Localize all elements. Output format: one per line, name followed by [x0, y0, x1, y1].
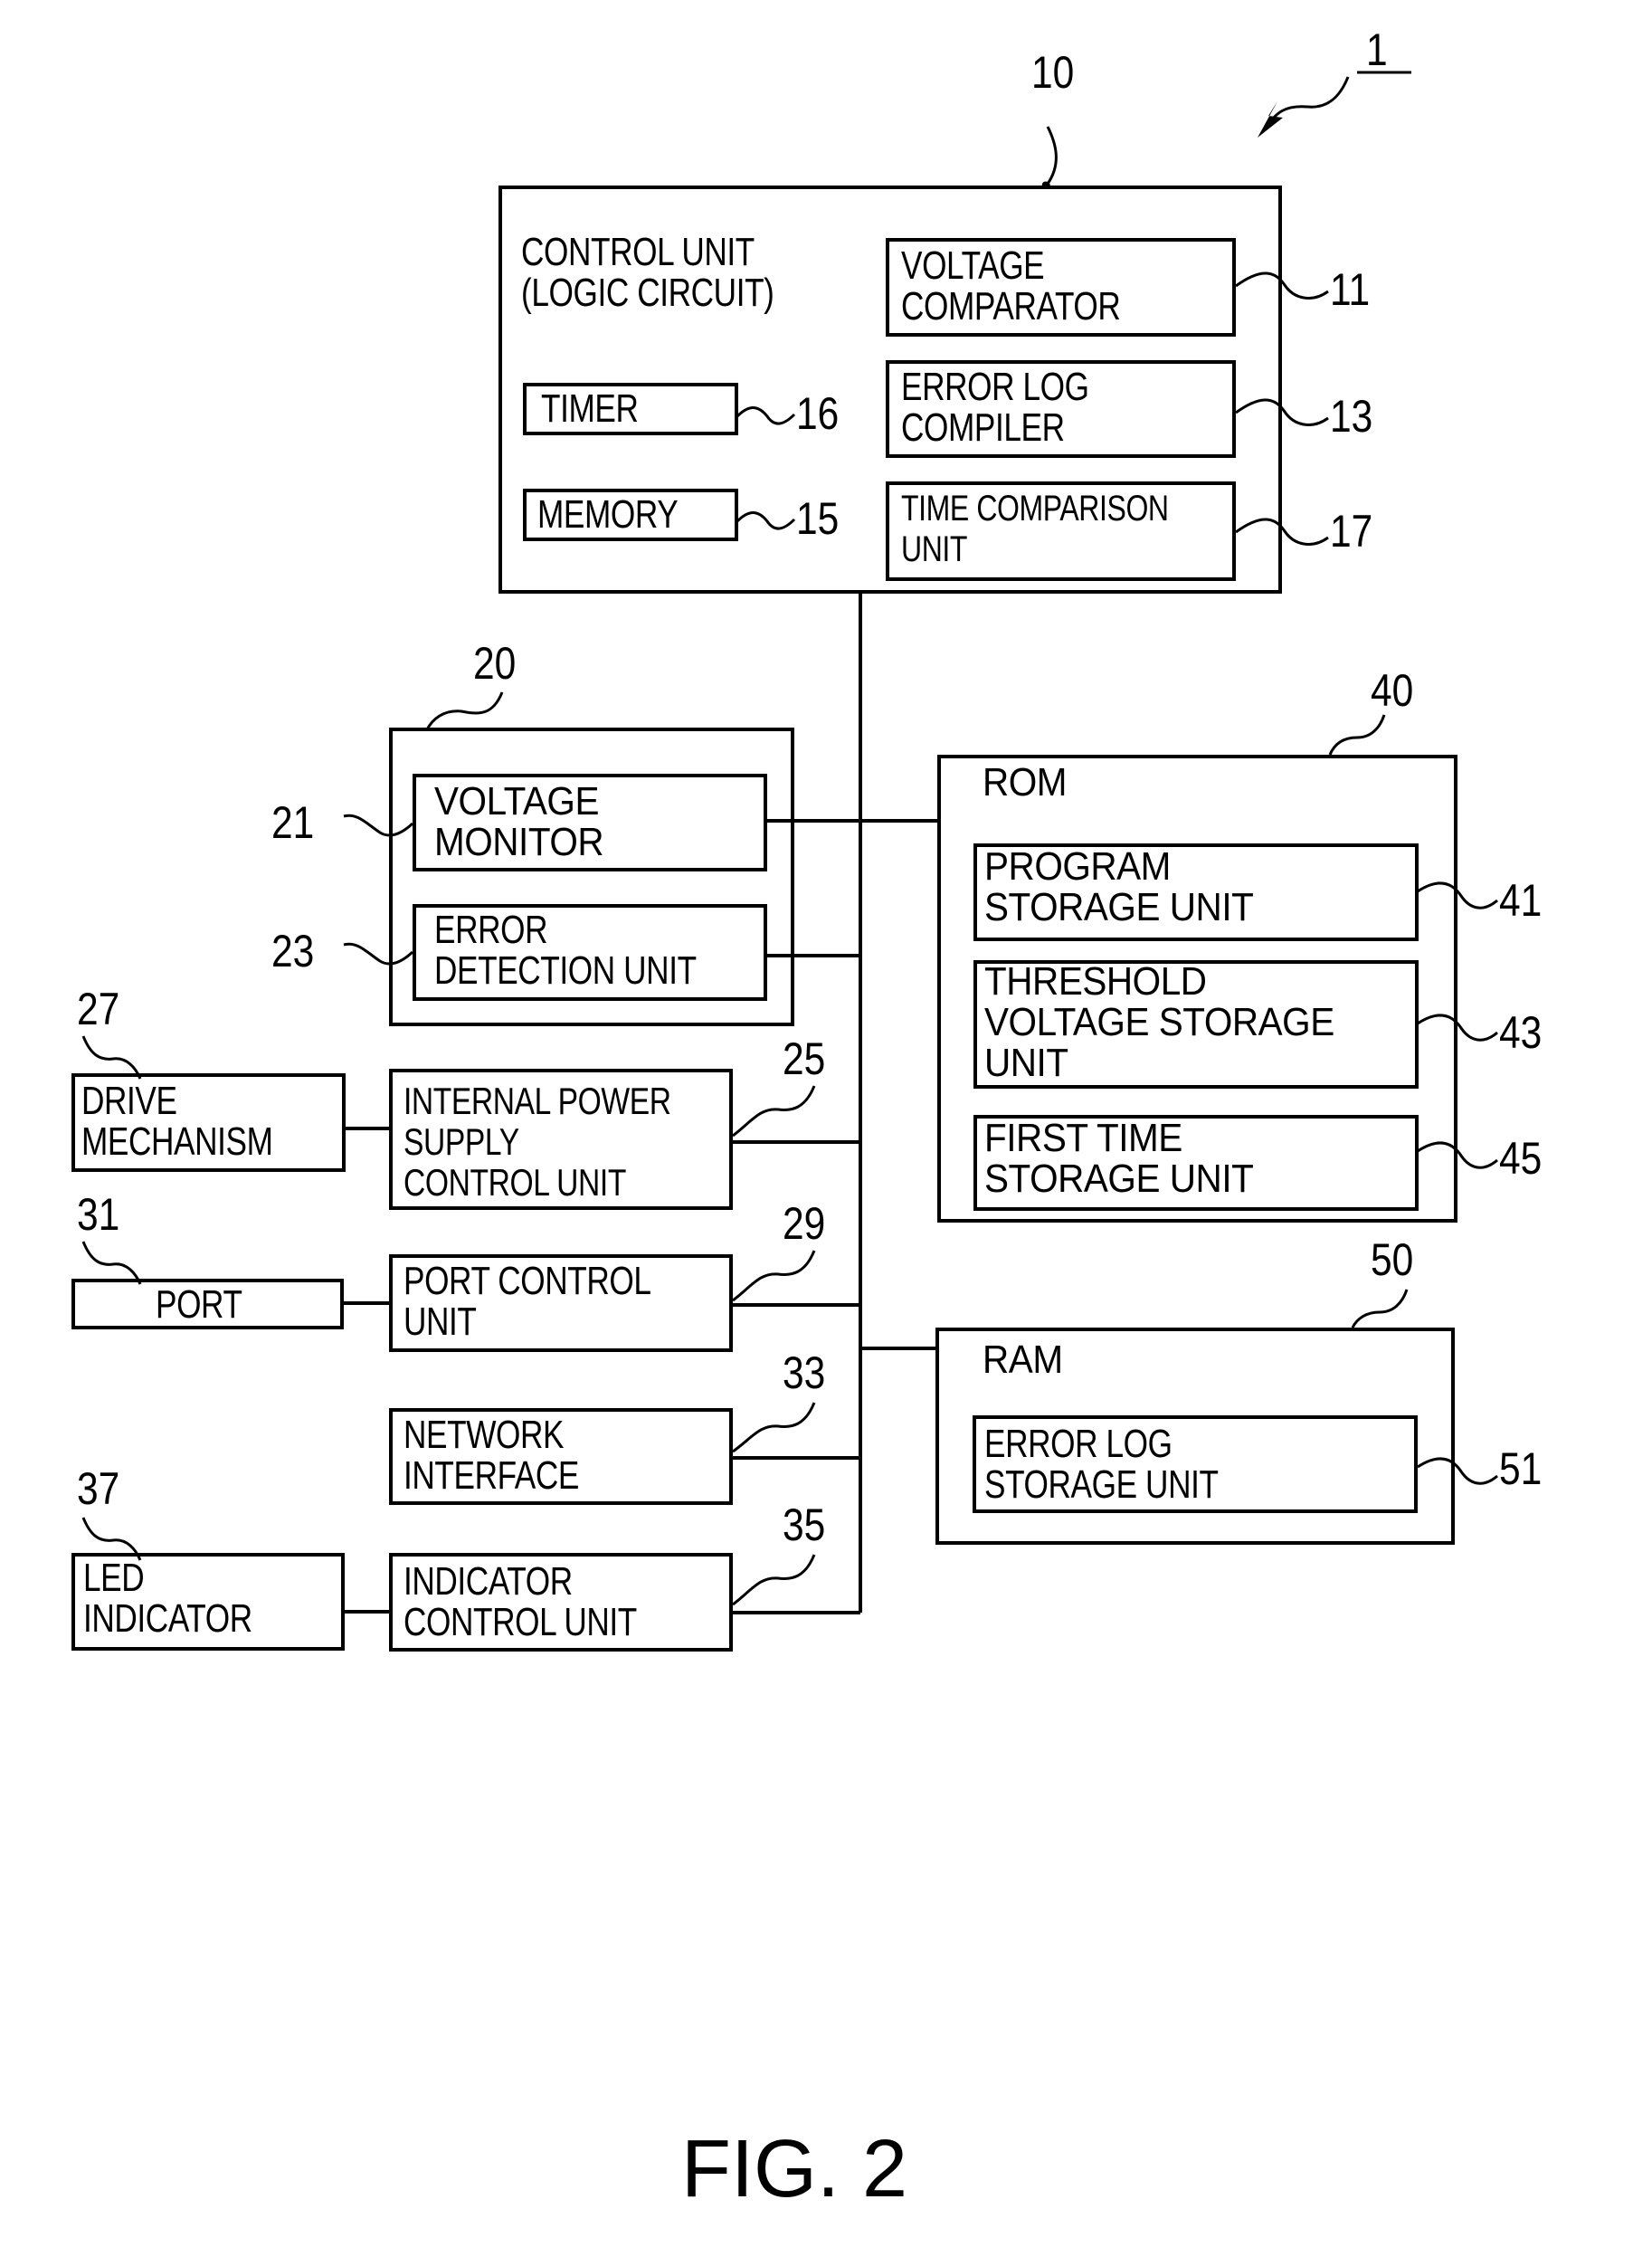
ref-11: 11 — [1330, 264, 1371, 315]
ref-50: 50 — [1371, 1234, 1414, 1285]
leader-33 — [732, 1402, 816, 1453]
arrow-head-1 — [1258, 101, 1283, 138]
ref-40: 40 — [1371, 665, 1414, 716]
figure-caption: FIG. 2 — [681, 2124, 908, 2214]
leader-35 — [732, 1554, 816, 1606]
ref-31: 31 — [77, 1189, 120, 1240]
ref-45: 45 — [1499, 1133, 1543, 1184]
ref-35: 35 — [783, 1500, 826, 1550]
memory-label: MEMORY — [537, 492, 679, 537]
ram-label: RAM — [983, 1338, 1063, 1382]
drive-mechanism-label: DRIVE MECHANISM — [81, 1079, 273, 1164]
program-storage-unit-label: PROGRAM STORAGE UNIT — [984, 844, 1254, 929]
ref-20: 20 — [473, 638, 517, 689]
voltage-comparator-label: VOLTAGE COMPARATOR — [901, 243, 1121, 328]
network-interface-label: NETWORK INTERFACE — [404, 1413, 579, 1498]
ref-13: 13 — [1330, 391, 1373, 442]
internal-power-supply-control-unit-label: INTERNAL POWER SUPPLY CONTROL UNIT — [404, 1080, 671, 1204]
voltage-monitor-label: VOLTAGE MONITOR — [434, 779, 604, 864]
ref-43: 43 — [1499, 1007, 1543, 1058]
leader-31 — [81, 1241, 142, 1285]
error-log-compiler-label: ERROR LOG COMPILER — [901, 365, 1089, 450]
error-detection-unit-label: ERROR DETECTION UNIT — [434, 908, 697, 993]
leader-50 — [1351, 1289, 1409, 1328]
leader-10 — [1041, 126, 1058, 188]
indicator-control-unit-label: INDICATOR CONTROL UNIT — [404, 1559, 637, 1644]
ref-29: 29 — [783, 1198, 826, 1249]
threshold-voltage-storage-unit-label: THRESHOLD VOLTAGE STORAGE UNIT — [984, 959, 1334, 1085]
ref-10: 10 — [1031, 47, 1075, 98]
ref-41: 41 — [1499, 875, 1543, 926]
ref-37: 37 — [77, 1463, 120, 1514]
led-indicator-label: LED INDICATOR — [83, 1556, 252, 1641]
leader-29 — [732, 1250, 816, 1302]
port-control-unit-label: PORT CONTROL UNIT — [404, 1259, 651, 1344]
rom-label: ROM — [983, 760, 1068, 805]
ref-25: 25 — [783, 1033, 826, 1084]
ref-27: 27 — [77, 984, 120, 1034]
timer-label: TIMER — [541, 386, 639, 431]
leader-40 — [1328, 714, 1386, 756]
time-comparison-unit-label: TIME COMPARISON UNIT — [901, 489, 1169, 569]
port-label: PORT — [156, 1282, 242, 1327]
ref-51: 51 — [1499, 1443, 1543, 1494]
error-log-storage-unit-label: ERROR LOG STORAGE UNIT — [984, 1422, 1219, 1507]
leader-20 — [425, 691, 504, 730]
ref-21: 21 — [271, 797, 315, 848]
ref-33: 33 — [783, 1347, 826, 1398]
leader-25 — [732, 1085, 816, 1138]
first-time-storage-unit-label: FIRST TIME STORAGE UNIT — [984, 1116, 1254, 1201]
control-unit-label: CONTROL UNIT (LOGIC CIRCUIT) — [521, 230, 774, 315]
ref-23: 23 — [271, 926, 315, 976]
ref-17: 17 — [1330, 506, 1373, 557]
ref-1: 1 — [1366, 24, 1388, 75]
leader-27 — [81, 1035, 142, 1080]
